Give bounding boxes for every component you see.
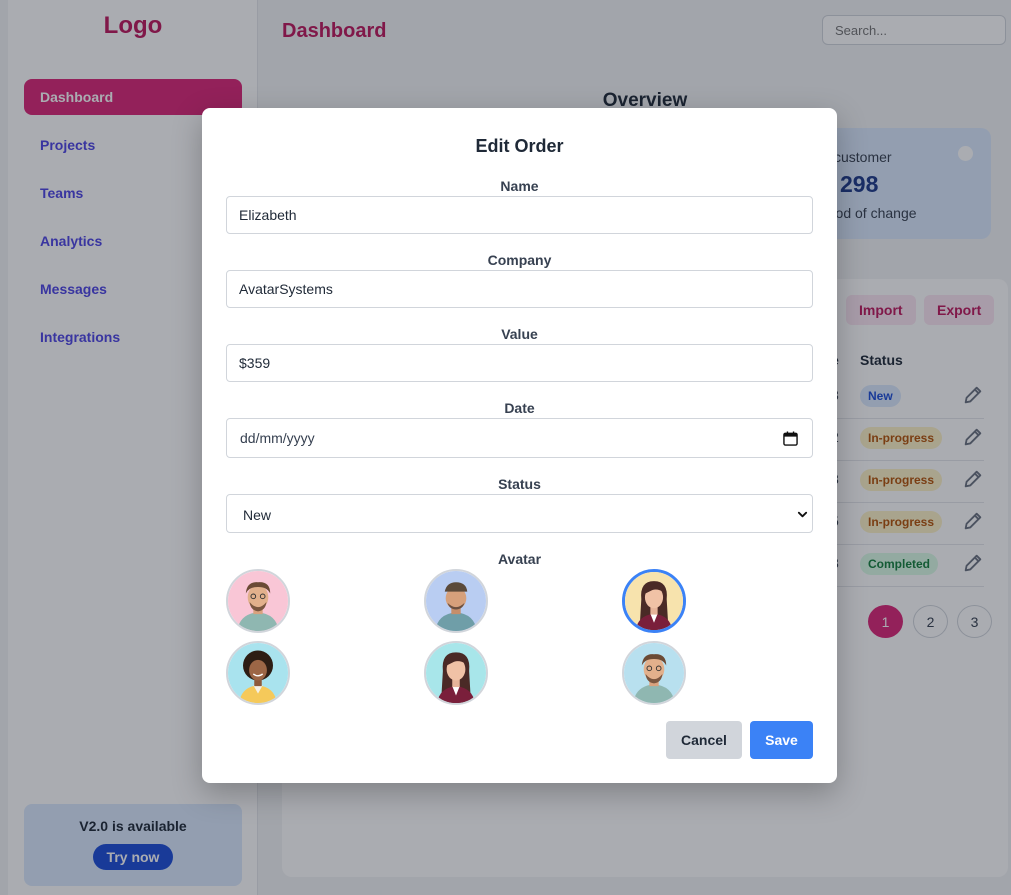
name-label: Name bbox=[500, 178, 539, 194]
company-label: Company bbox=[487, 252, 552, 268]
avatar-option-4[interactable] bbox=[226, 641, 290, 705]
status-selected-value: New bbox=[243, 507, 272, 523]
value-field[interactable] bbox=[226, 344, 813, 382]
avatar-option-3[interactable] bbox=[622, 569, 686, 633]
calendar-icon[interactable] bbox=[783, 431, 798, 446]
avatar-woman-yellow-icon bbox=[625, 572, 683, 630]
avatar-curly-man-blue-icon bbox=[624, 643, 684, 703]
date-field[interactable]: dd/mm/yyyy bbox=[226, 418, 813, 458]
avatar-curly-woman-teal-icon bbox=[228, 643, 288, 703]
status-select[interactable]: New bbox=[226, 494, 813, 533]
name-field[interactable] bbox=[226, 196, 813, 234]
status-label: Status bbox=[498, 476, 541, 492]
avatar-option-2[interactable] bbox=[424, 569, 488, 633]
avatar-woman-teal-icon bbox=[426, 643, 486, 703]
modal-title: Edit Order bbox=[475, 136, 564, 156]
avatar-option-1[interactable] bbox=[226, 569, 290, 633]
company-field[interactable] bbox=[226, 270, 813, 308]
avatar-option-6[interactable] bbox=[622, 641, 686, 705]
edit-order-modal: Edit Order Name Company Value Date dd/mm… bbox=[202, 108, 837, 783]
avatar-option-5[interactable] bbox=[424, 641, 488, 705]
cancel-button[interactable]: Cancel bbox=[666, 721, 742, 759]
date-placeholder: dd/mm/yyyy bbox=[240, 430, 315, 446]
avatar-label: Avatar bbox=[497, 551, 542, 567]
value-label: Value bbox=[501, 326, 538, 342]
chevron-down-icon bbox=[797, 511, 808, 518]
avatar-man-cap-blue-icon bbox=[426, 571, 486, 631]
avatar-curly-man-pink-icon bbox=[228, 571, 288, 631]
date-label: Date bbox=[504, 400, 535, 416]
save-button[interactable]: Save bbox=[750, 721, 813, 759]
